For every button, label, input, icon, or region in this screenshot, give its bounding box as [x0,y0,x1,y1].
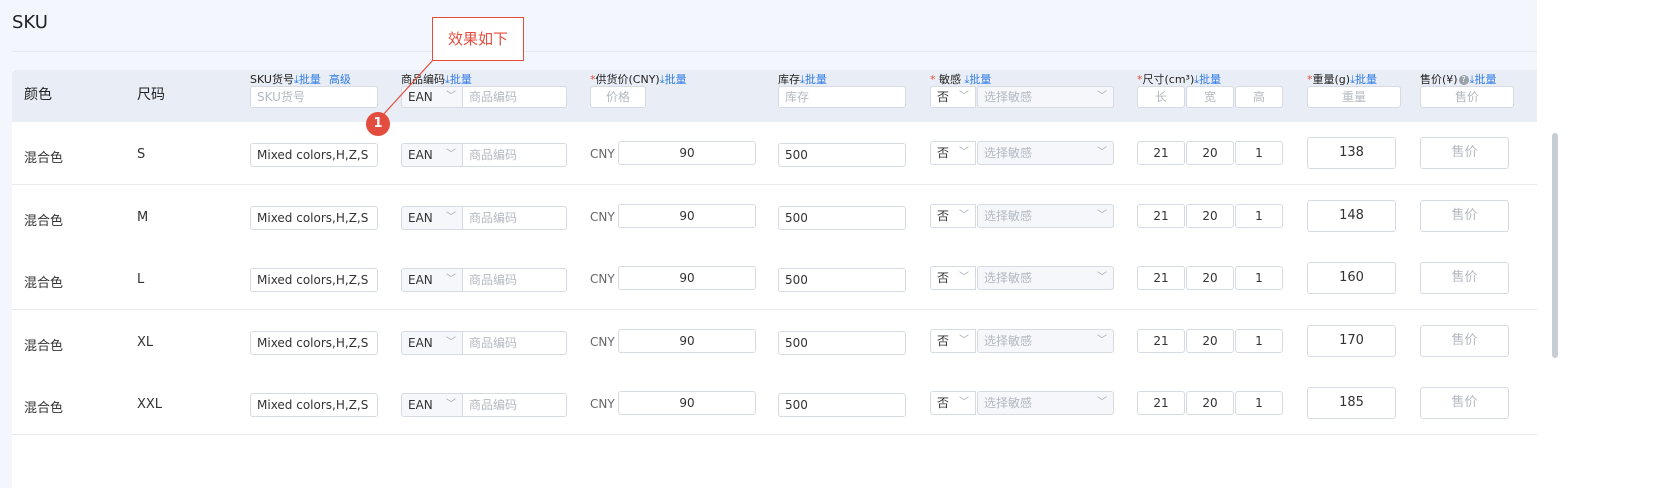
callout-leader [381,59,434,117]
callout-marker: 1 [366,112,390,136]
callout-box: 效果如下 [432,17,524,61]
